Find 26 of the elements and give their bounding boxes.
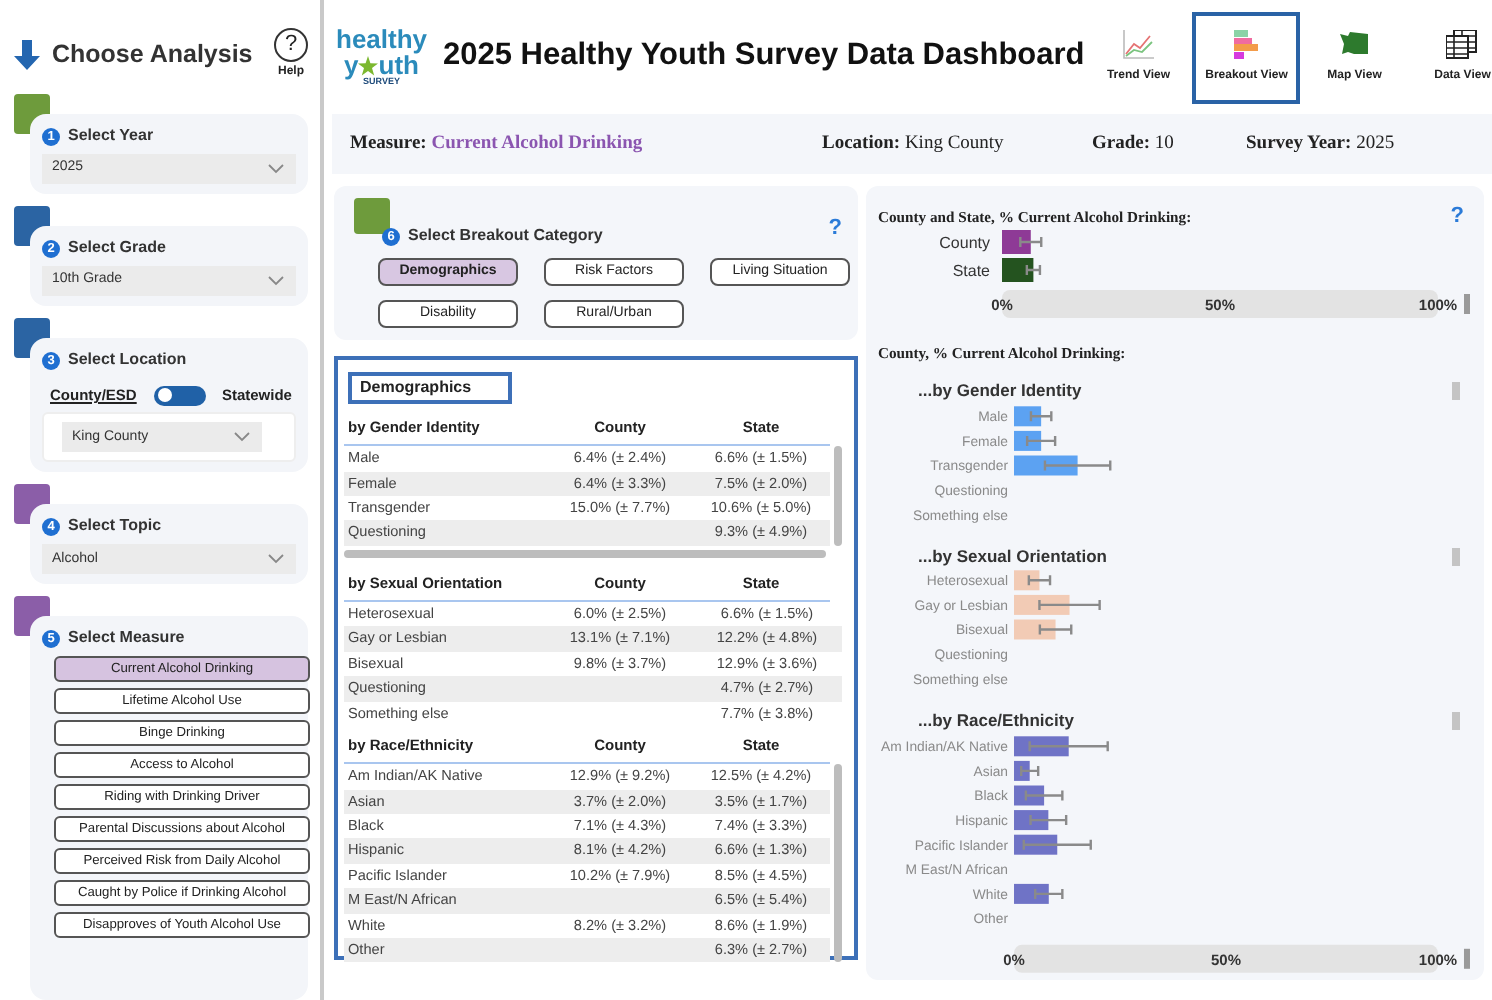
chart-title: ...by Race/Ethnicity bbox=[918, 708, 1074, 735]
panel-title: Choose Analysis bbox=[52, 38, 253, 73]
info-value: 10 bbox=[1154, 133, 1174, 154]
info-value: King County bbox=[904, 133, 1004, 154]
category-label: State bbox=[952, 262, 990, 281]
step-label: Select Topic bbox=[68, 514, 162, 539]
help-icon: ? bbox=[274, 28, 308, 62]
chart-title: ...by Sexual Orientation bbox=[918, 543, 1107, 570]
info-label: Measure: bbox=[350, 133, 427, 154]
info-value: Current Alcohol Drinking bbox=[431, 133, 643, 154]
info-label: Grade: bbox=[1092, 133, 1151, 154]
dashboard-title: 2025 Healthy Youth Survey Data Dashboard bbox=[443, 38, 1085, 76]
step-label: Select Grade bbox=[68, 236, 166, 260]
info-label: Survey Year: bbox=[1246, 133, 1352, 154]
info-value: 2025 bbox=[1356, 133, 1395, 154]
category-label: County bbox=[939, 234, 990, 253]
step-label: Select Measure bbox=[68, 626, 185, 651]
chart-title: ...by Gender Identity bbox=[918, 378, 1082, 405]
step-label: Select Breakout Category bbox=[408, 224, 603, 248]
step-label: Select Year bbox=[68, 124, 154, 148]
step-label: Select Location bbox=[68, 348, 187, 372]
logo-text: healthy bbox=[336, 26, 428, 53]
table-title: Demographics bbox=[348, 372, 512, 404]
logo-text: uth bbox=[378, 52, 419, 79]
info-label: Location: bbox=[822, 133, 901, 154]
logo-text: y bbox=[344, 52, 359, 79]
